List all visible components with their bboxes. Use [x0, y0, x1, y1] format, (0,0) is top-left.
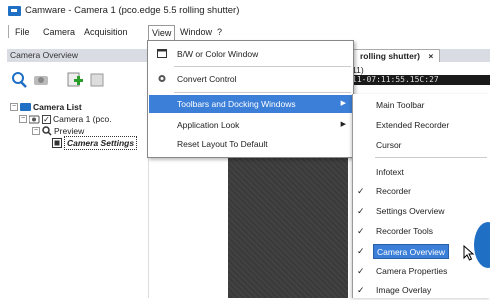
menu-item-label: Convert Control — [177, 74, 237, 84]
mouse-cursor-icon — [463, 245, 475, 261]
check-icon: ✓ — [357, 186, 365, 196]
settings-icon — [52, 138, 62, 148]
convert-icon — [158, 75, 166, 82]
menu-separator — [174, 66, 351, 67]
menubar-separator — [8, 25, 9, 38]
menu-item-label: Reset Layout To Default — [177, 139, 268, 149]
camera-checkbox[interactable]: ✓ — [42, 114, 51, 124]
submenu-arrow-icon: ▶ — [340, 100, 346, 107]
app-logo-icon — [8, 6, 21, 16]
tree-camera-label: Camera 1 (pco. — [53, 114, 112, 124]
toolbars-docking-submenu: Main Toolbar Extended Recorder Cursor In… — [352, 94, 490, 298]
submenu-arrow-icon: ▶ — [340, 121, 346, 128]
submenu-item-label: Cursor — [376, 140, 402, 150]
menu-item-application-look[interactable]: Application Look ▶ — [149, 116, 352, 134]
document-tab[interactable]: rolling shutter) × — [353, 49, 441, 62]
submenu-item-image-overlay[interactable]: ✓ Image Overlay — [353, 281, 490, 300]
submenu-item-label: Settings Overview — [376, 206, 445, 216]
submenu-item-recorder[interactable]: ✓ Recorder — [353, 182, 490, 201]
preview-icon — [42, 126, 52, 136]
submenu-item-cursor[interactable]: Cursor — [353, 136, 490, 155]
camera-icon — [29, 115, 40, 123]
check-icon: ✓ — [357, 285, 365, 295]
menu-item-convert-control[interactable]: Convert Control — [149, 68, 352, 90]
submenu-item-label: Camera Properties — [376, 266, 448, 276]
submenu-item-recorder-tools[interactable]: ✓ Recorder Tools — [353, 222, 490, 241]
tree-camera[interactable]: − ✓ Camera 1 (pco. — [19, 113, 112, 125]
document-tabs: rolling shutter) × — [345, 49, 490, 62]
submenu-item-label: Infotext — [376, 167, 404, 177]
submenu-item-label: Image Overlay — [376, 285, 432, 295]
camera-tree: − Camera List − ✓ Camera 1 (pco. − Previ… — [7, 96, 149, 298]
collapse-icon[interactable]: − — [19, 115, 27, 123]
submenu-item-settings-overview[interactable]: ✓ Settings Overview — [353, 202, 490, 221]
search-camera-button[interactable] — [9, 70, 29, 90]
menu-item-bw-color-window[interactable]: B/W or Color Window — [149, 43, 352, 65]
submenu-item-main-toolbar[interactable]: Main Toolbar — [353, 96, 490, 115]
info-text-strip: 11-07:11:55.15C:27 — [352, 75, 490, 85]
check-icon: ✓ — [357, 246, 365, 256]
add-document-icon — [67, 72, 83, 87]
camera-button[interactable] — [32, 70, 52, 90]
tree-root-label: Camera List — [33, 102, 82, 112]
document-button[interactable] — [88, 70, 108, 90]
document-tab-label: rolling shutter) — [360, 51, 420, 61]
submenu-item-infotext[interactable]: Infotext — [353, 163, 490, 182]
menu-item-toolbars-docking[interactable]: Toolbars and Docking Windows ▶ — [149, 95, 352, 113]
menu-item-label: Toolbars and Docking Windows — [177, 99, 296, 109]
menu-window[interactable]: Window — [177, 25, 215, 39]
title-bar: Camware - Camera 1 (pco.edge 5.5 rolling… — [0, 0, 490, 21]
tree-settings-label: Camera Settings — [64, 136, 138, 150]
view-menu-dropdown: B/W or Color Window Convert Control Tool… — [147, 40, 354, 158]
tree-root[interactable]: − Camera List — [10, 101, 82, 113]
document-icon — [90, 73, 104, 87]
menu-separator — [375, 157, 487, 158]
menu-help[interactable]: ? — [214, 25, 225, 39]
window-icon — [157, 49, 167, 58]
check-icon: ✓ — [357, 206, 365, 216]
panel-toolbar — [7, 67, 149, 93]
menu-bar: File Camera Acquisition View Window ? — [0, 23, 490, 41]
check-icon: ✓ — [357, 266, 365, 276]
submenu-item-label: Camera Overview — [373, 244, 450, 259]
submenu-item-label: Recorder — [376, 186, 411, 196]
submenu-item-camera-properties[interactable]: ✓ Camera Properties — [353, 262, 490, 281]
menu-camera[interactable]: Camera — [40, 25, 78, 39]
menu-separator — [174, 92, 351, 93]
window-title: Camware - Camera 1 (pco.edge 5.5 rolling… — [25, 5, 240, 16]
camera-overview-panel-header: Camera Overview — [7, 49, 147, 62]
magnifier-icon — [12, 72, 27, 88]
close-tab-icon[interactable]: × — [428, 51, 433, 61]
add-camera-button[interactable] — [65, 70, 85, 90]
submenu-item-label: Recorder Tools — [376, 226, 434, 236]
menu-view[interactable]: View — [148, 25, 176, 41]
check-icon: ✓ — [357, 226, 365, 236]
tree-settings[interactable]: Camera Settings — [52, 136, 138, 150]
camera-icon — [34, 76, 48, 85]
submenu-item-label: Main Toolbar — [376, 100, 425, 110]
collapse-icon[interactable]: − — [10, 103, 18, 111]
menu-item-reset-layout[interactable]: Reset Layout To Default — [149, 135, 352, 153]
submenu-item-label: Extended Recorder — [376, 120, 450, 130]
collapse-icon[interactable]: − — [32, 127, 40, 135]
menu-item-label: B/W or Color Window — [177, 49, 259, 59]
menu-file[interactable]: File — [12, 25, 33, 39]
camera-list-icon — [20, 103, 31, 111]
menu-acquisition[interactable]: Acquisition — [81, 25, 131, 39]
menu-item-label: Application Look — [177, 120, 240, 130]
submenu-item-extended-recorder[interactable]: Extended Recorder — [353, 116, 490, 135]
